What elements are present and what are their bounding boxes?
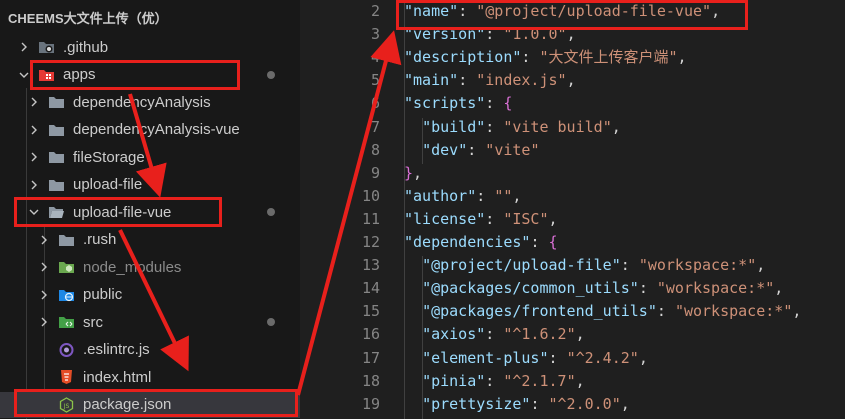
- arrow-upload-file-vue-to-package-json: [118, 229, 189, 372]
- arrow-apps-to-upload-file-vue: [128, 93, 167, 198]
- annotation-arrows: [118, 30, 402, 396]
- arrow-package-json-to-name-field: [296, 30, 402, 396]
